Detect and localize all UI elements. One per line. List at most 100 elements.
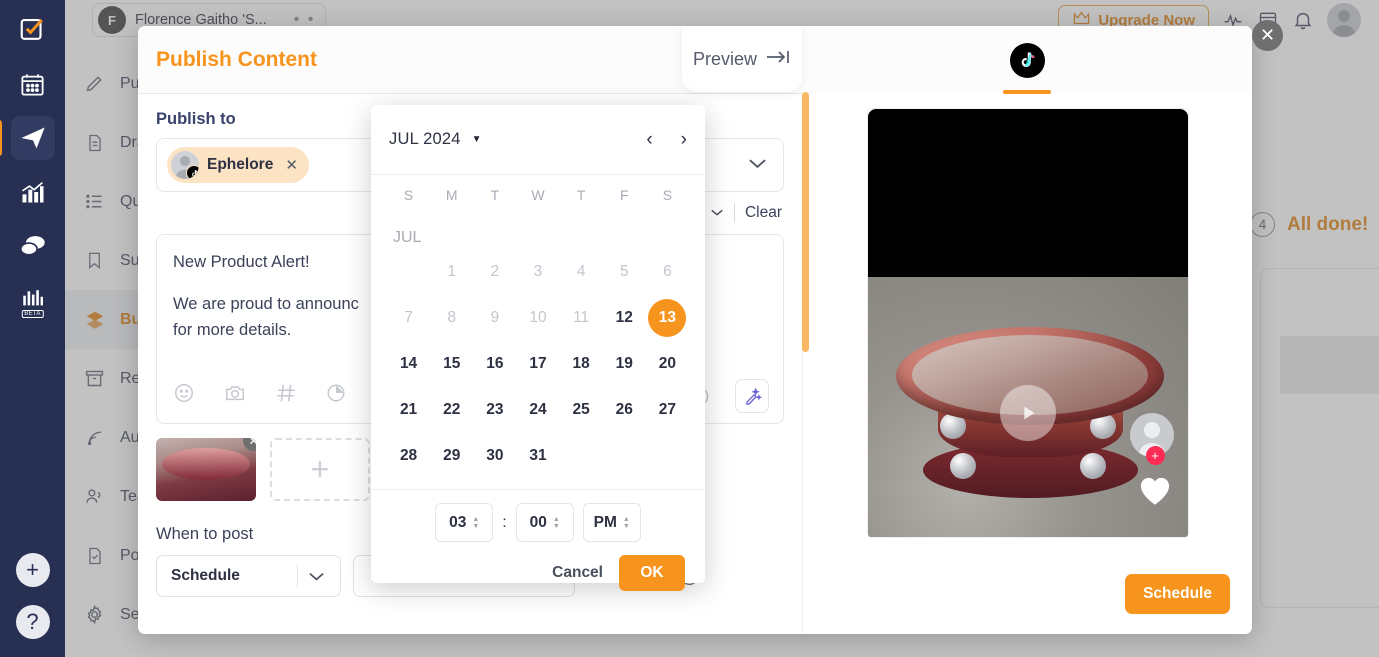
media-thumbnail[interactable]: ✕ (156, 438, 256, 501)
schedule-button[interactable]: Schedule (1125, 574, 1230, 614)
weekday-label: S (662, 187, 673, 203)
reports-beta-icon[interactable]: BETA (11, 278, 55, 322)
help-icon[interactable]: ? (15, 605, 50, 639)
day-cell[interactable]: 18 (560, 345, 603, 383)
day-cell[interactable]: 17 (516, 345, 559, 383)
play-icon[interactable] (999, 385, 1056, 442)
meridiem-value: PM (593, 513, 617, 531)
beta-badge: BETA (21, 310, 44, 318)
cancel-button[interactable]: Cancel (552, 564, 603, 582)
day-cell[interactable]: 12 (603, 299, 646, 337)
send-icon[interactable] (0, 116, 55, 160)
analytics-icon[interactable] (11, 170, 55, 214)
stepper-arrows-icon[interactable]: ▲ ▼ (472, 516, 479, 530)
preview-label: Preview (692, 48, 758, 69)
editor-tools (173, 382, 399, 409)
heart-icon[interactable] (1138, 475, 1172, 511)
channel-name: Ephelore (207, 156, 274, 173)
calendar-icon[interactable] (11, 62, 55, 106)
chevron-down-icon[interactable] (748, 156, 767, 174)
messages-icon[interactable] (11, 224, 55, 268)
remove-channel-icon[interactable]: ✕ (285, 156, 298, 174)
hour-stepper[interactable]: 03 ▲ ▼ (435, 503, 494, 542)
meridiem-stepper[interactable]: PM ▲ ▼ (582, 503, 641, 542)
day-cell[interactable]: 29 (430, 437, 473, 475)
day-cell[interactable]: 21 (387, 391, 430, 429)
follow-plus-icon[interactable]: + (1145, 446, 1165, 465)
day-cell[interactable]: 19 (603, 345, 646, 383)
active-tab-indicator (1003, 89, 1051, 94)
remove-media-icon[interactable]: ✕ (243, 438, 256, 451)
modal-title: Publish Content (156, 47, 317, 71)
tiktok-icon (1009, 42, 1045, 78)
camera-icon[interactable] (223, 382, 247, 409)
weekday-label: T (490, 187, 500, 203)
tab-tiktok[interactable] (1003, 42, 1051, 94)
day-cell[interactable]: 24 (516, 391, 559, 429)
weekday-label: S (403, 187, 414, 203)
chart-icon[interactable] (325, 382, 347, 409)
compose-icon[interactable] (11, 8, 55, 52)
time-separator: : (502, 513, 507, 531)
emoji-icon[interactable] (173, 382, 195, 409)
month-divider-label: JUL (393, 229, 422, 246)
channel-chip[interactable]: Ephelore ✕ (167, 147, 309, 183)
day-cell[interactable]: 31 (516, 437, 559, 475)
app-rail: BETA + ? (0, 0, 65, 657)
day-cell: 8 (447, 309, 457, 326)
chevron-down-icon[interactable] (710, 206, 724, 220)
day-cell: 1 (447, 263, 457, 280)
divider (733, 203, 735, 223)
ai-assist-button[interactable] (735, 379, 769, 413)
day-cell[interactable]: 26 (603, 391, 646, 429)
weekday-label: W (531, 187, 545, 203)
day-cell: 5 (619, 263, 629, 280)
day-cell[interactable]: 20 (646, 345, 689, 383)
month-year-label[interactable]: JUL 2024 (389, 130, 461, 149)
stepper-arrows-icon[interactable]: ▲ ▼ (553, 516, 560, 530)
time-picker-row: 03 ▲ ▼ : 00 ▲ ▼ PM ▲ ▼ (371, 489, 705, 555)
chevron-down-icon[interactable] (298, 571, 334, 582)
channel-tab-bar (802, 26, 1252, 94)
minute-stepper[interactable]: 00 ▲ ▼ (515, 503, 574, 542)
day-cell[interactable]: 28 (387, 437, 430, 475)
day-cell[interactable]: 30 (473, 437, 516, 475)
day-cell: 9 (490, 309, 500, 326)
add-media-button[interactable]: + (270, 438, 370, 501)
minute-value: 00 (529, 513, 547, 531)
prev-month-button[interactable]: ‹ (646, 129, 652, 151)
next-month-button[interactable]: › (681, 129, 687, 151)
clear-button[interactable]: Clear (745, 204, 782, 222)
day-cell: 11 (573, 309, 590, 326)
day-cell: 4 (576, 263, 586, 280)
day-cell[interactable]: 16 (473, 345, 516, 383)
day-cell[interactable]: 15 (430, 345, 473, 383)
weekday-label: F (619, 187, 629, 203)
day-cell[interactable]: 14 (387, 345, 430, 383)
ok-button[interactable]: OK (619, 555, 685, 591)
add-icon[interactable]: + (15, 553, 50, 587)
preview-viewport: + (825, 108, 1230, 620)
day-cell: 3 (533, 263, 543, 280)
hashtag-icon[interactable] (275, 382, 297, 409)
tiktok-badge-icon (186, 165, 199, 179)
day-cell[interactable]: 27 (646, 391, 689, 429)
modal-scroll-accent[interactable] (802, 92, 809, 352)
month-nav: ‹ › (646, 129, 687, 151)
schedule-mode-select[interactable]: Schedule (156, 555, 341, 597)
preview-media-image[interactable]: + (867, 277, 1188, 537)
preview-toggle-button[interactable]: Preview (682, 26, 802, 92)
day-cell-selected[interactable]: 13 (646, 299, 689, 337)
day-cell[interactable]: 25 (560, 391, 603, 429)
day-cell: 6 (663, 263, 672, 280)
day-cell[interactable]: 22 (430, 391, 473, 429)
close-modal-button[interactable]: ✕ (1252, 20, 1283, 51)
day-cell[interactable]: 23 (473, 391, 516, 429)
table-leg (1079, 453, 1106, 479)
stepper-arrows-icon[interactable]: ▲ ▼ (623, 516, 630, 530)
table-leg (949, 453, 976, 479)
preview-letterbox (867, 109, 1188, 277)
day-cell: 2 (490, 263, 500, 280)
chevron-down-icon[interactable]: ▼ (472, 134, 482, 145)
schedule-mode-value: Schedule (171, 567, 240, 584)
